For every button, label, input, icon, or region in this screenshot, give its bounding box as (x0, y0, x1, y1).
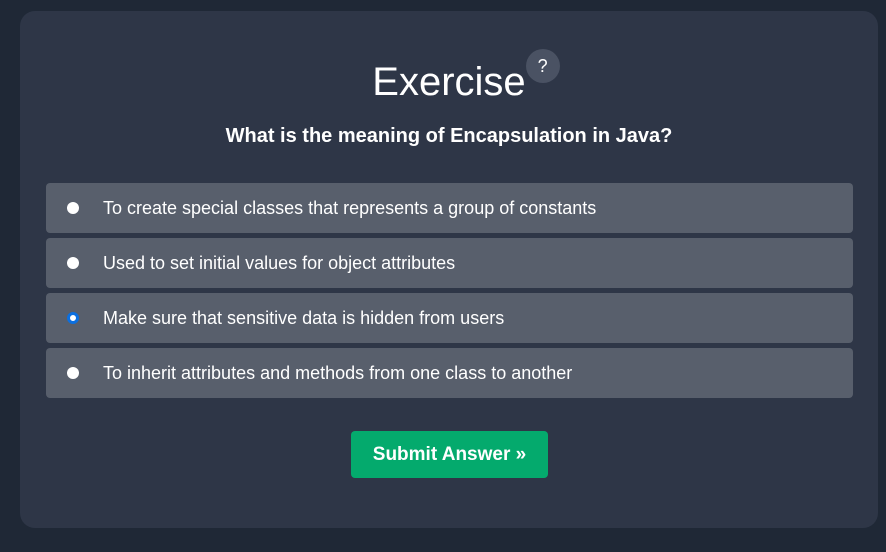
answer-option-label: Used to set initial values for object at… (103, 253, 456, 273)
submit-answer-button[interactable]: Submit Answer » (351, 431, 548, 478)
radio-button[interactable] (67, 367, 79, 379)
title-row: Exercise? (20, 49, 878, 105)
answer-option-label: To inherit attributes and methods from o… (103, 363, 573, 383)
question-suffix: in Java? (586, 125, 673, 147)
answer-option[interactable]: To inherit attributes and methods from o… (46, 348, 853, 398)
radio-button[interactable] (67, 312, 79, 324)
exercise-panel: Exercise? What is the meaning of Encapsu… (20, 11, 878, 528)
radio-button[interactable] (67, 257, 79, 269)
question-prefix: What is the meaning of (225, 125, 451, 147)
question-text: What is the meaning of Encapsulation in … (20, 125, 878, 148)
answer-option[interactable]: Make sure that sensitive data is hidden … (46, 293, 853, 343)
answer-option[interactable]: To create special classes that represent… (46, 183, 853, 233)
answer-option-label: To create special classes that represent… (103, 198, 597, 218)
help-button[interactable]: ? (525, 49, 560, 83)
answer-option[interactable]: Used to set initial values for object at… (46, 238, 853, 288)
exercise-title-text: Exercise (372, 60, 526, 104)
answer-option-label: Make sure that sensitive data is hidden … (103, 308, 505, 328)
question-keyword: Encapsulation (450, 125, 587, 147)
answer-options: To create special classes that represent… (46, 183, 853, 403)
exercise-title: Exercise? (372, 49, 560, 105)
radio-button[interactable] (67, 202, 79, 214)
